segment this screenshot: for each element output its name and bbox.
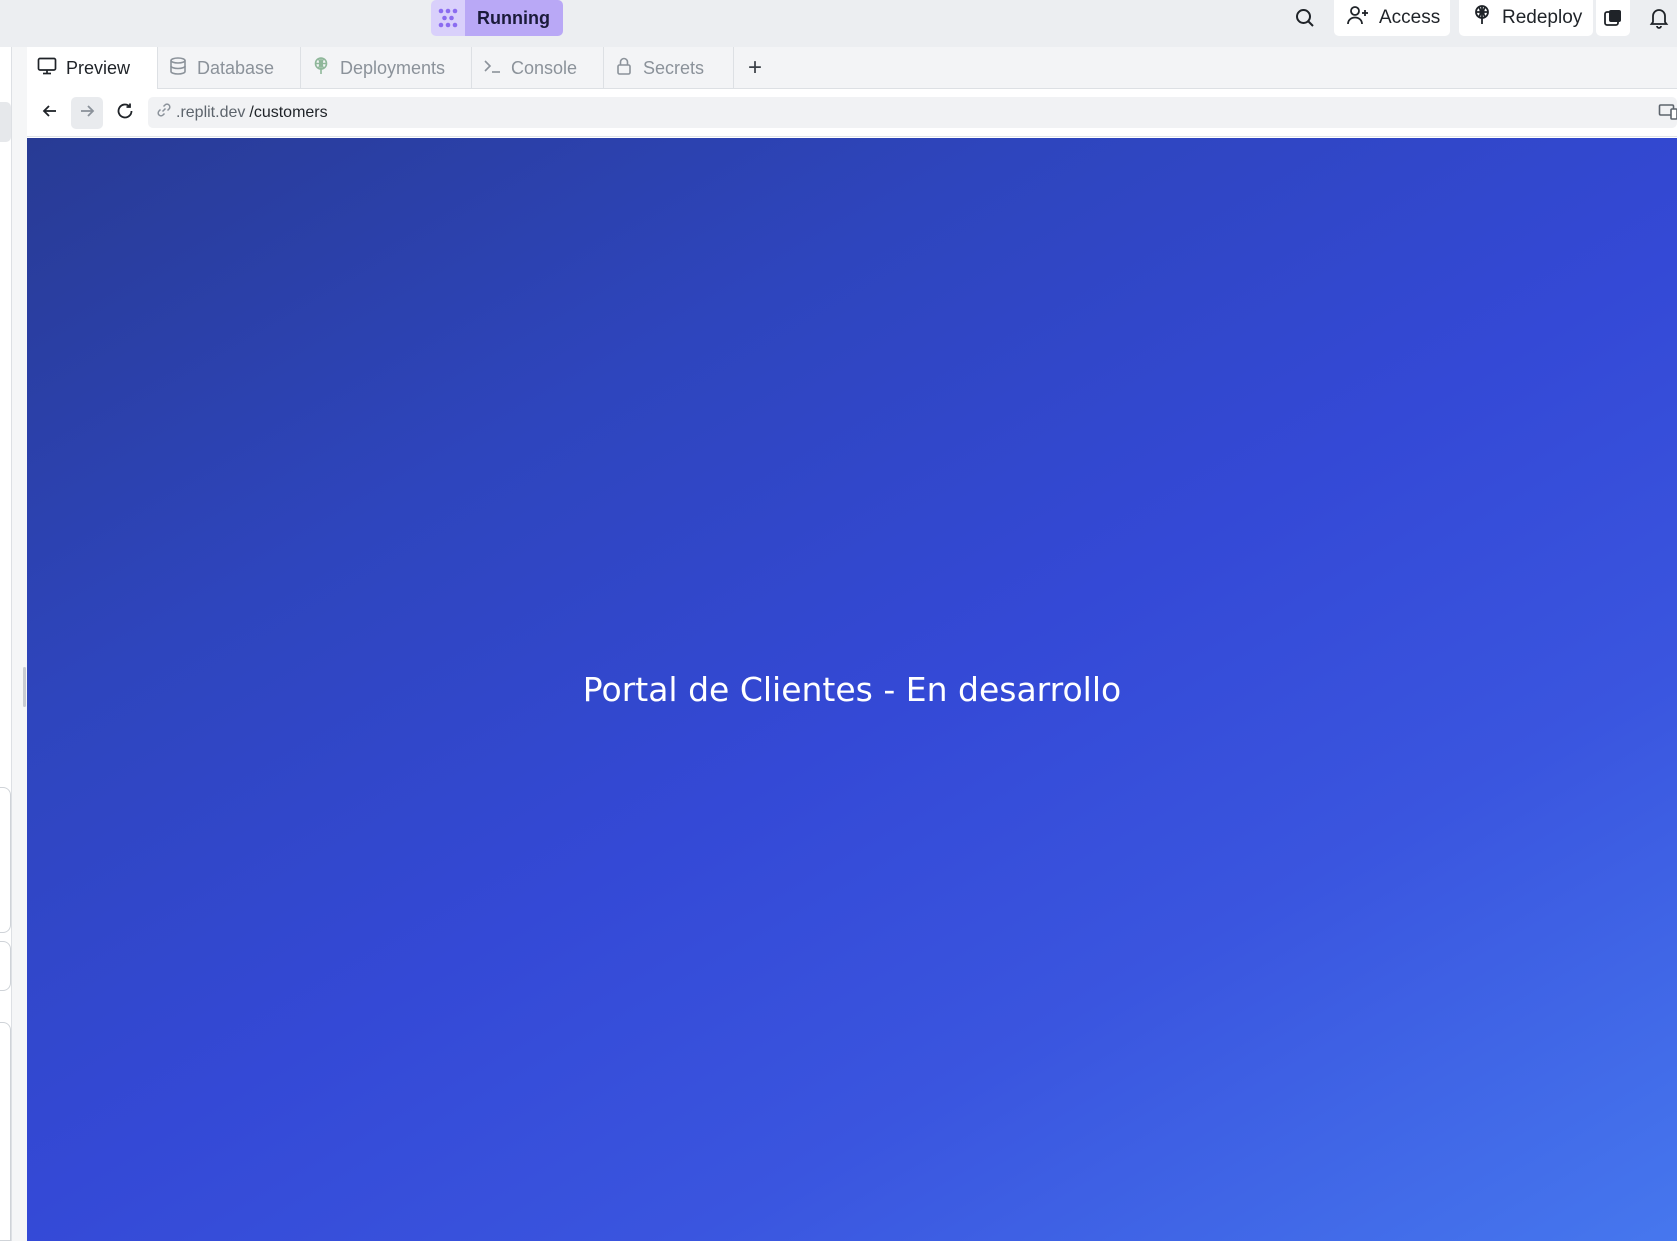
access-label: Access xyxy=(1379,7,1441,28)
url-path: /customers xyxy=(249,103,328,121)
tab-deployments[interactable]: Deployments xyxy=(301,47,472,89)
run-button[interactable]: Running xyxy=(465,0,563,36)
tab-preview[interactable]: Preview xyxy=(27,47,158,90)
left-panel-edge xyxy=(0,47,27,1241)
tab-database[interactable]: Database xyxy=(158,47,301,89)
run-group: Running xyxy=(431,0,563,36)
preview-viewport: Portal de Clientes - En desarrollo xyxy=(27,138,1677,1241)
redeploy-icon xyxy=(1471,4,1493,32)
run-icon[interactable] xyxy=(431,0,465,36)
monitor-icon xyxy=(37,56,57,81)
bell-icon[interactable] xyxy=(1645,4,1673,32)
deploy-icon xyxy=(311,56,331,81)
reload-icon xyxy=(115,101,135,126)
arrow-left-icon xyxy=(40,101,60,126)
access-button[interactable]: Access xyxy=(1334,0,1450,36)
forward-button[interactable] xyxy=(71,97,103,129)
left-panel-button[interactable] xyxy=(0,102,11,142)
left-panel-card xyxy=(0,941,11,991)
url-domain: .replit.dev xyxy=(176,103,246,121)
tab-label: Secrets xyxy=(643,57,705,78)
tab-label: Deployments xyxy=(340,57,446,78)
link-icon xyxy=(156,102,172,123)
add-tab-button[interactable]: + xyxy=(734,47,776,89)
redeploy-label: Redeploy xyxy=(1502,7,1583,28)
search-icon[interactable] xyxy=(1291,4,1319,32)
top-bar: Running Access Redeploy xyxy=(0,0,1677,47)
redeploy-button[interactable]: Redeploy xyxy=(1459,0,1593,36)
lock-icon xyxy=(614,56,634,81)
left-panel-card xyxy=(0,787,11,933)
preview-heading: Portal de Clientes - En desarrollo xyxy=(582,669,1122,709)
tab-label: Console xyxy=(511,57,578,78)
tab-label: Preview xyxy=(66,58,131,78)
preview-pane: Preview Database Deployments Console Sec… xyxy=(27,47,1677,1241)
tab-console[interactable]: Console xyxy=(472,47,604,89)
arrow-right-icon xyxy=(77,101,97,126)
tab-bar: Preview Database Deployments Console Sec… xyxy=(27,47,1677,90)
resize-handle[interactable] xyxy=(23,667,26,707)
devices-icon[interactable] xyxy=(1658,102,1677,127)
database-icon xyxy=(168,56,188,81)
tab-secrets[interactable]: Secrets xyxy=(604,47,734,89)
terminal-icon xyxy=(482,56,502,81)
square-icon[interactable] xyxy=(1596,0,1630,36)
url-input[interactable]: .replit.dev/customers xyxy=(148,97,1677,128)
url-bar: .replit.dev/customers xyxy=(27,89,1677,137)
tab-label: Database xyxy=(197,57,275,78)
back-button[interactable] xyxy=(34,97,66,129)
left-panel-card xyxy=(0,1022,11,1241)
user-plus-icon xyxy=(1346,4,1370,32)
reload-button[interactable] xyxy=(109,97,141,129)
